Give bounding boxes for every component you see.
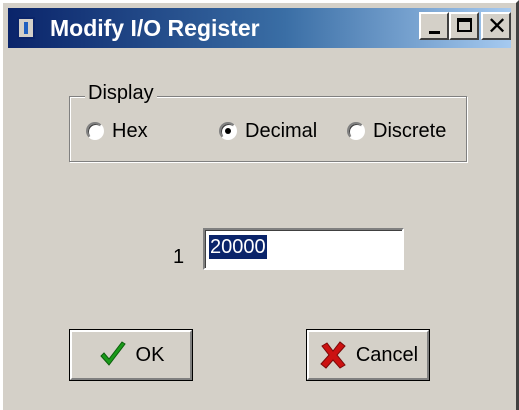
cancel-button-label: Cancel [355,343,419,366]
minimize-icon [429,31,440,34]
app-icon[interactable] [17,17,35,39]
x-icon [318,340,348,370]
radio-decimal[interactable]: Decimal [219,118,317,144]
radio-decimal-indicator[interactable] [219,122,237,140]
radio-discrete[interactable]: Discrete [347,118,446,144]
close-button[interactable]: ✕ [481,12,511,40]
checkmark-icon [98,340,128,370]
minimize-button[interactable] [419,12,449,40]
window-title: Modify I/O Register [50,15,260,41]
register-index-label: 1 [173,246,185,268]
radio-hex-label: Hex [112,119,148,142]
title-bar[interactable]: Modify I/O Register ✕ [8,8,511,48]
maximize-icon [457,18,472,32]
ok-button-label: OK [135,343,165,366]
close-icon: ✕ [486,12,508,40]
radio-hex[interactable]: Hex [86,118,148,144]
dialog-window: Modify I/O Register ✕ Display Hex Decima… [0,0,519,410]
radio-discrete-label: Discrete [373,119,447,142]
cancel-button[interactable]: Cancel [306,329,430,381]
display-group-label: Display [85,82,157,104]
register-value-text[interactable]: 20000 [209,235,267,259]
radio-hex-indicator[interactable] [86,122,104,140]
register-value-input[interactable]: 20000 [203,228,404,270]
ok-button[interactable]: OK [69,329,193,381]
maximize-button[interactable] [449,12,479,40]
radio-discrete-indicator[interactable] [347,122,365,140]
radio-decimal-label: Decimal [245,119,318,142]
